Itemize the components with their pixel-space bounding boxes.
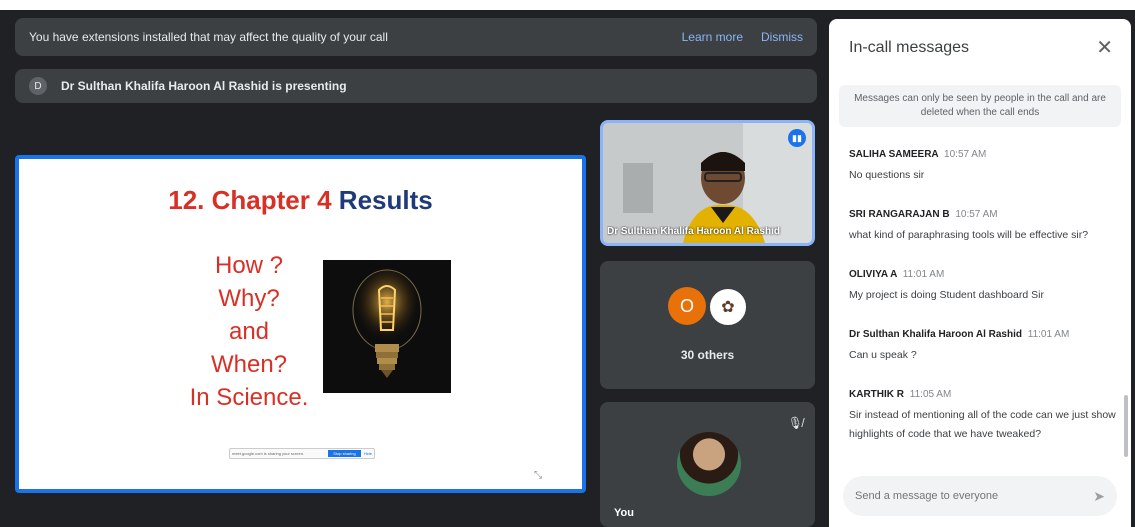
banner-message: You have extensions installed that may a… <box>29 30 388 44</box>
mic-off-icon: 🎙︎̸ <box>787 416 803 430</box>
self-avatar <box>677 432 741 496</box>
send-icon[interactable]: ➤ <box>1093 488 1105 505</box>
chat-message: SRI RANGARAJAN B 10:57 AM what kind of p… <box>849 209 1119 245</box>
message-time: 11:01 AM <box>1027 329 1070 340</box>
light-bulb-image <box>323 260 451 393</box>
slide-question: How ? <box>214 252 284 279</box>
presenting-bar: D Dr Sulthan Khalifa Haroon Al Rashid is… <box>15 69 817 103</box>
self-video-tile[interactable]: 🎙︎̸ You <box>600 402 815 527</box>
stop-sharing-button[interactable]: Stop sharing <box>328 450 361 457</box>
in-call-messages-panel: In-call messages ✕ Messages can only be … <box>829 19 1131 527</box>
presenter-avatar: D <box>29 77 47 95</box>
slide-questions: How ? Why? and When? In Science. <box>159 249 339 414</box>
slide-question: Why? <box>218 285 280 312</box>
shared-screen[interactable]: 12. Chapter 4 Results How ? Why? and Whe… <box>15 155 586 493</box>
others-tile[interactable] <box>600 261 815 389</box>
hide-share-bar-button[interactable]: Hide <box>364 451 372 456</box>
chat-message: KARTHIK R 11:05 AM Sir instead of mentio… <box>849 389 1119 444</box>
message-sender: SALIHA SAMEERA <box>849 149 939 160</box>
speaking-indicator-icon: ▮▮ <box>788 129 806 147</box>
chat-scrollbar[interactable] <box>1124 395 1128 457</box>
message-text: Sir instead of mentioning all of the cod… <box>849 409 1116 440</box>
chat-title: In-call messages <box>849 39 970 56</box>
presenting-text: Dr Sulthan Khalifa Haroon Al Rashid is p… <box>61 79 347 93</box>
participant-avatar: O <box>668 287 706 325</box>
chat-privacy-note: Messages can only be seen by people in t… <box>839 85 1121 127</box>
slide-question: In Science. <box>189 384 309 411</box>
message-text: what kind of paraphrasing tools will be … <box>849 229 1089 241</box>
chat-message: SALIHA SAMEERA 10:57 AM No questions sir <box>849 149 1119 185</box>
message-sender: OLIVIYA A <box>849 269 897 280</box>
self-label: You <box>614 507 634 519</box>
chat-input-box[interactable]: ➤ <box>843 476 1117 516</box>
dismiss-button[interactable]: Dismiss <box>761 30 803 44</box>
message-text: No questions sir <box>849 169 925 181</box>
message-sender: SRI RANGARAJAN B <box>849 209 950 220</box>
slide-title-results: Results <box>338 185 433 215</box>
slide-question: and <box>228 318 270 345</box>
learn-more-link[interactable]: Learn more <box>682 30 743 44</box>
message-sender: KARTHIK R <box>849 389 904 400</box>
top-strip <box>0 0 1135 10</box>
resize-icon[interactable]: ⤡ <box>534 470 542 481</box>
message-sender: Dr Sulthan Khalifa Haroon Al Rashid <box>849 329 1022 340</box>
chat-message-input[interactable] <box>855 490 1094 502</box>
message-text: Can u speak ? <box>849 349 917 361</box>
extension-warning-banner: You have extensions installed that may a… <box>15 18 817 56</box>
others-count-label: 30 others <box>680 348 735 362</box>
presenter-video-tile[interactable]: ▮▮ Dr Sulthan Khalifa Haroon Al Rashid <box>600 120 815 246</box>
participant-avatar-icon: ✿ <box>708 287 748 327</box>
chat-message: OLIVIYA A 11:01 AM My project is doing S… <box>849 269 1119 305</box>
light-bulb-icon <box>323 260 451 393</box>
presenter-name-label: Dr Sulthan Khalifa Haroon Al Rashid <box>607 226 780 237</box>
close-icon[interactable]: ✕ <box>1096 35 1113 60</box>
chat-message: Dr Sulthan Khalifa Haroon Al Rashid 11:0… <box>849 329 1119 365</box>
screen-share-bar: meet.google.com is sharing your screen. … <box>229 448 375 459</box>
message-time: 11:05 AM <box>909 389 952 400</box>
slide-title: 12. Chapter 4 Results <box>19 185 582 216</box>
message-time: 10:57 AM <box>955 209 998 220</box>
presenter-video <box>603 123 812 243</box>
message-text: My project is doing Student dashboard Si… <box>849 289 1044 301</box>
message-time: 10:57 AM <box>944 149 987 160</box>
share-bar-text: meet.google.com is sharing your screen. <box>232 451 305 456</box>
message-time: 11:01 AM <box>902 269 945 280</box>
slide-question: When? <box>210 351 288 378</box>
slide-title-chapter: 12. Chapter 4 <box>168 185 332 215</box>
